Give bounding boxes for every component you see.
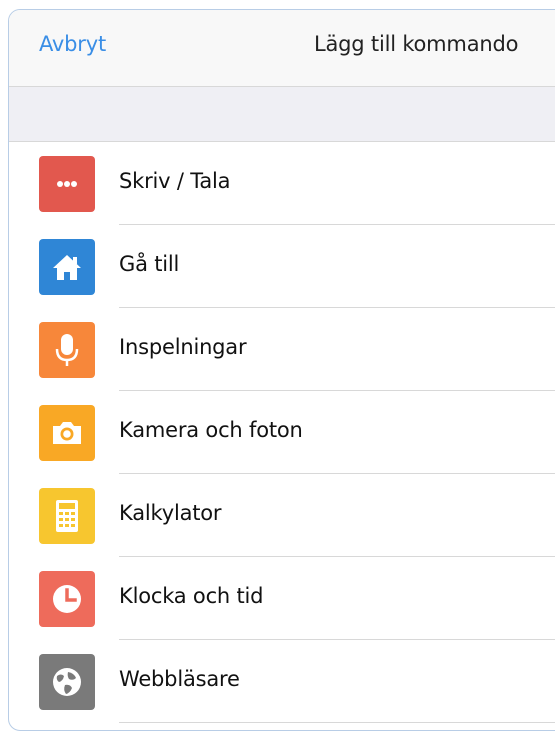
navigation-bar: Avbryt Lägg till kommando <box>9 10 555 87</box>
home-icon <box>39 239 95 295</box>
command-item-webblasare[interactable]: Webbläsare <box>9 640 555 723</box>
command-item-skriv-tala[interactable]: Skriv / Tala <box>9 142 555 225</box>
command-label: Skriv / Tala <box>119 169 231 193</box>
ellipsis-icon <box>39 156 95 212</box>
command-label: Webbläsare <box>119 667 240 691</box>
command-list: Skriv / Tala Gå till Inspelningar Kamera… <box>9 142 555 723</box>
command-item-kalkylator[interactable]: Kalkylator <box>9 474 555 557</box>
microphone-icon <box>39 322 95 378</box>
calculator-icon <box>39 488 95 544</box>
command-item-inspelningar[interactable]: Inspelningar <box>9 308 555 391</box>
camera-icon <box>39 405 95 461</box>
section-header <box>9 87 555 142</box>
clock-icon <box>39 571 95 627</box>
command-label: Gå till <box>119 252 180 276</box>
command-item-klocka-och-tid[interactable]: Klocka och tid <box>9 557 555 640</box>
globe-icon <box>39 654 95 710</box>
command-item-ga-till[interactable]: Gå till <box>9 225 555 308</box>
cancel-button[interactable]: Avbryt <box>39 32 106 56</box>
command-item-kamera-och-foton[interactable]: Kamera och foton <box>9 391 555 474</box>
command-label: Klocka och tid <box>119 584 264 608</box>
modal-sheet: Avbryt Lägg till kommando Skriv / Tala G… <box>8 9 555 731</box>
command-label: Kamera och foton <box>119 418 303 442</box>
page-title: Lägg till kommando <box>314 32 519 56</box>
command-label: Kalkylator <box>119 501 222 525</box>
command-label: Inspelningar <box>119 335 247 359</box>
